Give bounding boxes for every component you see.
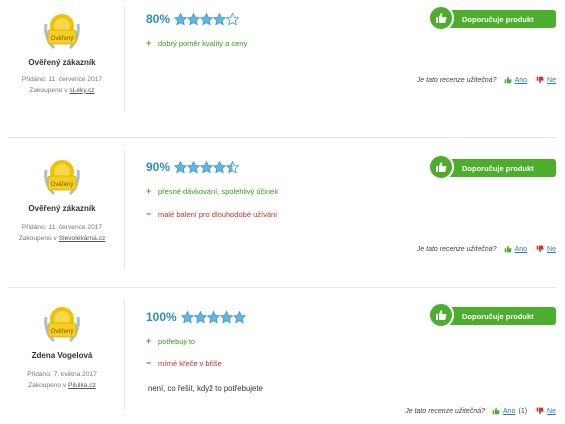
purchase-source: Zakoupeno v sLéky.cz — [29, 86, 95, 94]
thumbs-up-icon — [428, 154, 454, 180]
recommend-product-button[interactable]: Doporučuje produkt — [428, 5, 556, 31]
star-icon — [213, 160, 227, 173]
helpful-vote: Je tato recenze užitečná? Ano Ne — [416, 245, 556, 253]
review-separator — [8, 287, 556, 288]
pro-item: + dobrý poměr kvality a ceny — [146, 38, 248, 48]
star-rating — [174, 160, 240, 174]
reviewer-info: Ověřený Ověřený zákazník Přidáno: 11. če… — [0, 10, 124, 96]
star-icon — [232, 310, 246, 323]
column-divider — [124, 150, 125, 270]
verified-customer-badge-icon: Ověřený — [40, 156, 84, 202]
purchase-source: Zakoupeno v Slevolékárna.cz — [18, 234, 106, 242]
recommend-product-button[interactable]: Doporučuje produkt — [428, 154, 556, 180]
thumbs-up-icon — [428, 302, 454, 328]
star-icon — [213, 12, 227, 25]
star-icon — [200, 160, 214, 173]
thumbs-up-small-icon — [492, 407, 500, 415]
svg-text:Ověřený: Ověřený — [51, 36, 74, 42]
svg-text:Ověřený: Ověřený — [51, 182, 74, 188]
rating: 80% — [146, 12, 240, 26]
helpful-yes-link[interactable]: Ano — [515, 246, 527, 253]
helpful-vote: Je tato recenze užitečná? Ano (1) Ne — [405, 407, 556, 415]
star-icon — [206, 310, 220, 323]
thumbs-up-small-icon — [504, 245, 512, 253]
star-icon — [226, 160, 240, 173]
shop-link[interactable]: Pilulka.cz — [68, 382, 96, 389]
thumbs-up-icon — [428, 5, 454, 31]
helpful-yes-link[interactable]: Ano — [515, 77, 527, 84]
rating-percent: 90% — [146, 160, 171, 174]
review-date: Přidáno: 11. července 2017 — [21, 76, 103, 83]
thumbs-up-small-icon — [504, 76, 512, 84]
con-item: − mírné křeče v břiše — [146, 358, 222, 368]
plus-icon: + — [146, 38, 152, 48]
star-icon — [180, 310, 194, 323]
helpful-vote: Je tato recenze užitečná? Ano Ne — [416, 76, 556, 84]
verified-customer-badge-icon: Ověřený — [40, 10, 84, 56]
helpful-yes-count: (1) — [518, 407, 528, 415]
column-divider — [124, 300, 125, 410]
minus-icon: − — [146, 209, 152, 219]
minus-icon: − — [146, 358, 152, 368]
review-date: Přidáno: 11. července 2017 — [21, 224, 103, 231]
star-rating — [174, 12, 240, 26]
reviewer-info: Ověřený Zdena Vogelová Přidáno: 7. květn… — [0, 303, 124, 391]
star-icon — [226, 12, 240, 25]
star-icon — [200, 12, 214, 25]
rating-percent: 80% — [146, 12, 171, 26]
thumbs-down-small-icon — [536, 76, 544, 84]
shop-link[interactable]: Slevolékárna.cz — [59, 235, 106, 242]
shop-link[interactable]: sLéky.cz — [69, 87, 94, 94]
con-item: − malé balení pro dlouhodobé užívání — [146, 209, 278, 219]
reviewer-info: Ověřený Ověřený zákazník Přidáno: 11. če… — [0, 156, 124, 244]
reviewer-name: Ověřený zákazník — [28, 58, 96, 67]
purchase-source: Zakoupeno v Pilulka.cz — [28, 381, 96, 389]
star-icon — [193, 310, 207, 323]
rating: 100% — [146, 310, 246, 324]
pro-item: + přesné dávkování, spolehlivý účinek — [146, 186, 279, 196]
star-icon — [174, 12, 188, 25]
star-icon — [187, 12, 201, 25]
star-icon — [187, 160, 201, 173]
svg-text:Ověřený: Ověřený — [51, 329, 74, 335]
review-date: Přidáno: 7. května 2017 — [27, 371, 97, 378]
review-separator — [8, 137, 556, 138]
star-icon — [219, 310, 233, 323]
helpful-no-link[interactable]: Ne — [547, 408, 556, 415]
star-icon — [174, 160, 188, 173]
helpful-yes-link[interactable]: Ano — [503, 408, 515, 415]
thumbs-down-small-icon — [536, 407, 544, 415]
review-comment: není, co řešit, když to potřebujete — [148, 384, 263, 393]
column-divider — [124, 6, 125, 112]
star-rating — [180, 310, 246, 324]
reviewer-name: Ověřený zákazník — [28, 204, 96, 213]
plus-icon: + — [146, 186, 152, 196]
helpful-no-link[interactable]: Ne — [547, 246, 556, 253]
rating: 90% — [146, 160, 240, 174]
rating-percent: 100% — [146, 310, 177, 324]
helpful-no-link[interactable]: Ne — [547, 77, 556, 84]
reviewer-name: Zdena Vogelová — [31, 351, 93, 360]
recommend-product-button[interactable]: Doporučuje produkt — [428, 302, 556, 328]
plus-icon: + — [146, 336, 152, 346]
verified-customer-badge-icon: Ověřený — [40, 303, 84, 349]
thumbs-down-small-icon — [536, 245, 544, 253]
pro-item: + potřebuji to — [146, 336, 196, 346]
